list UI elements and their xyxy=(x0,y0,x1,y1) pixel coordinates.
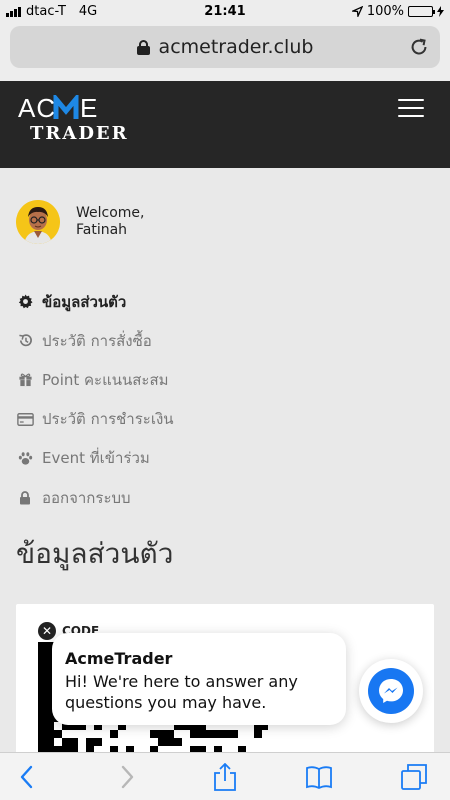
account-menu: ข้อมูลส่วนตัว ประวัติ การสั่งซื้อ Point … xyxy=(16,282,436,517)
qr-module xyxy=(206,730,214,738)
browser-toolbar xyxy=(0,752,450,800)
qr-module xyxy=(38,714,46,722)
site-header: AC E TRADER xyxy=(0,81,450,168)
credit-card-icon xyxy=(16,411,34,427)
forward-icon[interactable] xyxy=(112,763,140,791)
qr-module xyxy=(158,738,166,746)
paw-icon xyxy=(16,450,34,466)
history-icon xyxy=(16,333,34,349)
qr-module xyxy=(46,722,54,730)
qr-module xyxy=(38,698,46,706)
lock-icon xyxy=(16,490,34,506)
hamburger-menu-icon[interactable] xyxy=(398,99,424,117)
url-text: acmetrader.club xyxy=(158,36,314,58)
qr-module xyxy=(38,682,46,690)
qr-module xyxy=(86,738,94,746)
menu-item-label: Point คะแนนสะสม xyxy=(42,370,169,389)
menu-item-logout[interactable]: ออกจากระบบ xyxy=(16,478,436,517)
welcome-label: Welcome, xyxy=(76,205,145,221)
menu-item-label: ออกจากระบบ xyxy=(42,488,131,507)
reload-icon[interactable] xyxy=(408,36,430,58)
chat-sender-name: AcmeTrader xyxy=(65,649,173,668)
status-bar: dtac-T 4G 21:41 100% xyxy=(0,0,450,22)
avatar-illustration xyxy=(16,200,60,244)
qr-module xyxy=(94,738,102,746)
menu-item-label: ข้อมูลส่วนตัว xyxy=(42,292,127,311)
qr-module xyxy=(166,730,174,738)
qr-module xyxy=(222,730,230,738)
battery-icon xyxy=(408,6,435,17)
welcome-text: Welcome, Fatinah xyxy=(76,205,145,239)
menu-item-personal-info[interactable]: ข้อมูลส่วนตัว xyxy=(16,282,436,321)
qr-module xyxy=(38,666,46,674)
qr-module xyxy=(38,730,46,738)
battery-percent: 100% xyxy=(366,4,404,19)
menu-item-payment-history[interactable]: ประวัติ การชำระเงิน xyxy=(16,400,436,439)
svg-text:AC: AC xyxy=(18,95,56,121)
qr-module xyxy=(214,730,222,738)
svg-text:E: E xyxy=(80,95,98,121)
browser-chrome: acmetrader.club xyxy=(0,22,450,81)
menu-item-label: ประวัติ การชำระเงิน xyxy=(42,410,174,429)
gear-icon xyxy=(16,294,34,310)
tabs-icon[interactable] xyxy=(400,763,428,791)
chat-close-icon[interactable]: ✕ xyxy=(38,622,56,640)
avatar xyxy=(16,200,60,244)
logo-trader-text: TRADER xyxy=(30,123,129,144)
qr-module xyxy=(38,738,46,746)
chat-message: Hi! We're here to answer any questions y… xyxy=(65,672,298,712)
qr-module xyxy=(190,730,198,738)
qr-module xyxy=(38,722,46,730)
bookmarks-icon[interactable] xyxy=(305,763,333,791)
page-title: ข้อมูลส่วนตัว xyxy=(16,537,174,570)
back-icon[interactable] xyxy=(14,763,42,791)
qr-module xyxy=(38,642,46,650)
qr-module xyxy=(38,706,46,714)
menu-item-events[interactable]: Event ที่เข้าร่วม xyxy=(16,439,436,478)
messenger-icon xyxy=(368,668,414,714)
qr-module xyxy=(198,730,206,738)
qr-module xyxy=(38,690,46,698)
qr-module xyxy=(158,730,166,738)
address-bar[interactable]: acmetrader.club xyxy=(10,26,440,68)
qr-module xyxy=(54,730,62,738)
menu-item-order-history[interactable]: ประวัติ การสั่งซื้อ xyxy=(16,321,436,360)
chat-greeting-bubble[interactable]: AcmeTrader Hi! We're here to answer any … xyxy=(52,633,346,725)
qr-module xyxy=(230,730,238,738)
user-profile: Welcome, Fatinah xyxy=(16,200,145,244)
qr-module xyxy=(38,674,46,682)
qr-module xyxy=(38,658,46,666)
location-arrow-icon xyxy=(351,6,363,17)
qr-module xyxy=(166,738,174,746)
charging-bolt-icon xyxy=(437,6,444,17)
acme-trader-logo[interactable]: AC E TRADER xyxy=(18,95,129,144)
qr-module xyxy=(174,738,182,746)
status-right: 100% xyxy=(351,4,444,19)
qr-module xyxy=(46,738,54,746)
menu-item-label: Event ที่เข้าร่วม xyxy=(42,449,150,468)
user-name: Fatinah xyxy=(76,222,128,238)
menu-item-label: ประวัติ การสั่งซื้อ xyxy=(42,331,152,350)
qr-module xyxy=(254,730,262,738)
menu-item-points[interactable]: Point คะแนนสะสม xyxy=(16,360,436,399)
messenger-button[interactable] xyxy=(359,659,423,723)
logo-acme-mark: AC E xyxy=(18,95,98,121)
qr-module xyxy=(38,650,46,658)
lock-icon xyxy=(136,39,150,55)
qr-module xyxy=(46,730,54,738)
logo-acme-text: AC E xyxy=(18,95,129,121)
qr-module xyxy=(150,730,158,738)
gift-icon xyxy=(16,372,34,388)
qr-module xyxy=(70,738,78,746)
qr-module xyxy=(110,730,118,738)
qr-module xyxy=(62,738,70,746)
share-icon[interactable] xyxy=(211,763,239,791)
